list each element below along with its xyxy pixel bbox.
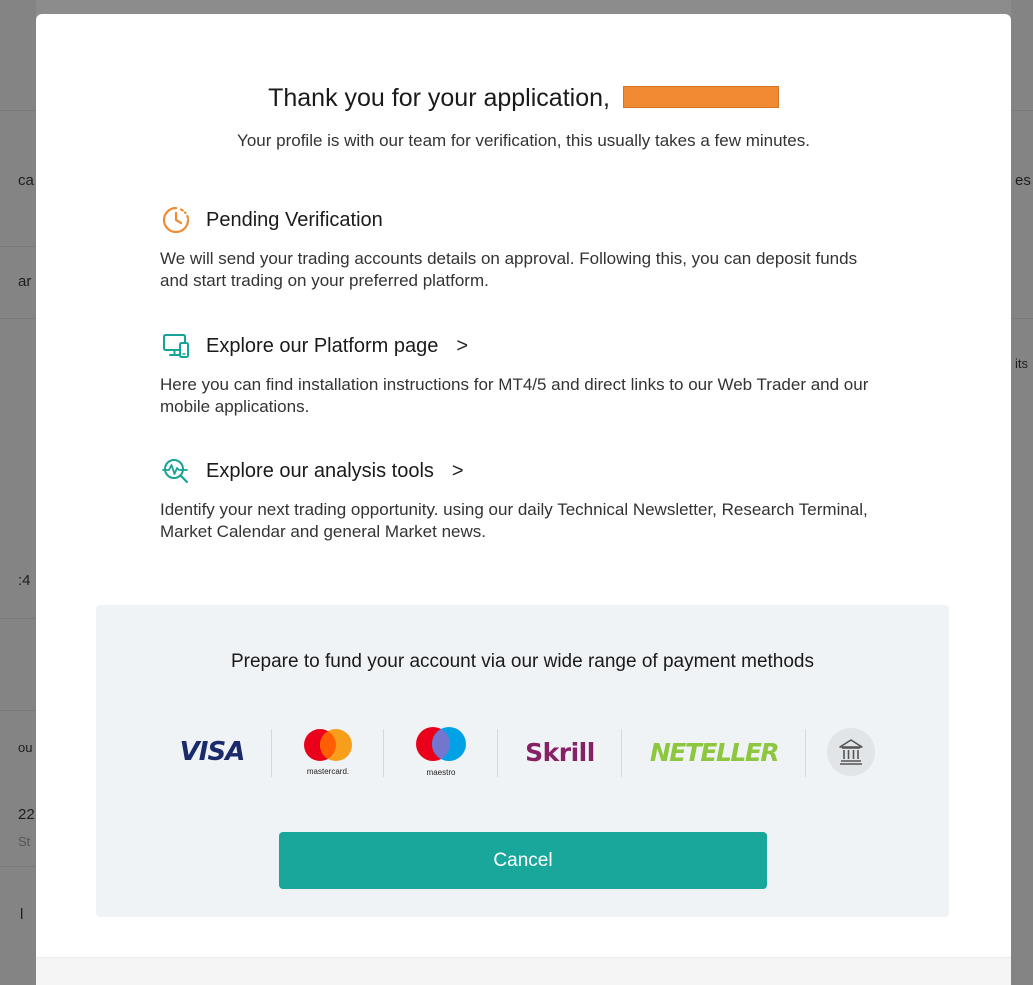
funding-panel: Prepare to fund your account via our wid…: [96, 605, 949, 917]
modal-title-text: Thank you for your application,: [268, 84, 610, 112]
funding-title-text: Prepare to fund your account via our wid…: [230, 651, 814, 672]
platform-page-section: Explore our Platform page > Here you can…: [160, 332, 880, 418]
bank-icon: [827, 728, 875, 776]
analysis-chart-icon: [160, 457, 192, 485]
platform-page-link[interactable]: Explore our Platform page >: [160, 332, 880, 360]
redacted-name: [622, 86, 779, 108]
analysis-tools-section: Explore our analysis tools > Identify yo…: [160, 457, 880, 543]
mastercard-label: mastercard.: [307, 767, 349, 776]
background-text: es: [1015, 172, 1031, 189]
modal-title: Thank you for your application,: [36, 84, 1011, 113]
section-heading-text: Explore our Platform page: [206, 334, 439, 357]
background-text: its: [1015, 356, 1028, 371]
clock-pending-icon: [160, 206, 192, 234]
background-divider: [1011, 110, 1033, 111]
analysis-tools-link[interactable]: Explore our analysis tools >: [160, 457, 880, 485]
payment-divider: [805, 729, 806, 777]
background-divider: [0, 618, 36, 619]
section-body-text: Identify your next trading opportunity. …: [160, 500, 868, 541]
modal-bottom-edge: [36, 957, 1011, 985]
background-divider: [1011, 318, 1033, 319]
maestro-label: maestro: [427, 768, 456, 777]
background-right-strip: [1011, 0, 1033, 985]
chevron-right-icon: >: [456, 334, 469, 357]
chevron-right-icon: >: [451, 459, 464, 482]
background-divider: [0, 110, 36, 111]
background-divider: [0, 318, 36, 319]
modal-subtitle: Your profile is with our team for verifi…: [237, 131, 810, 150]
cancel-button[interactable]: Cancel: [279, 832, 767, 889]
payment-methods-row: VISA mastercard. maestro Skrill NETELLER: [156, 717, 891, 787]
background-text: :4: [18, 572, 31, 589]
background-text: l: [20, 906, 24, 923]
pending-verification-heading: Pending Verification: [160, 206, 880, 234]
background-divider: [0, 710, 36, 711]
payment-divider: [271, 729, 272, 777]
pending-verification-section: Pending Verification We will send your t…: [160, 206, 880, 292]
section-body-text: We will send your trading accounts detai…: [160, 249, 858, 290]
bank-transfer-logo: [816, 717, 886, 787]
visa-label: VISA: [179, 737, 246, 767]
application-modal: Thank you for your application, Your pro…: [36, 14, 1011, 985]
background-text: St: [18, 834, 31, 849]
section-heading-text: Explore our analysis tools: [206, 459, 434, 482]
payment-divider: [621, 729, 622, 777]
section-heading-text: Pending Verification: [206, 208, 383, 231]
background-divider: [0, 866, 36, 867]
background-divider: [0, 246, 36, 247]
devices-icon: [160, 332, 192, 360]
payment-divider: [383, 729, 384, 777]
visa-logo: VISA: [156, 717, 268, 787]
maestro-logo: maestro: [386, 717, 496, 787]
funding-title: Prepare to fund your account via our wid…: [96, 648, 949, 675]
mastercard-logo: mastercard.: [274, 717, 382, 787]
skrill-logo: Skrill: [500, 717, 620, 787]
payment-divider: [497, 729, 498, 777]
background-text: ar: [18, 273, 32, 290]
neteller-label: NETELLER: [649, 737, 780, 767]
neteller-logo: NETELLER: [624, 717, 804, 787]
background-text: ou: [18, 740, 33, 755]
section-body-text: Here you can find installation instructi…: [160, 375, 869, 416]
background-text: 22: [18, 806, 35, 823]
background-text: ca: [18, 172, 34, 189]
skrill-label: Skrill: [525, 737, 595, 767]
